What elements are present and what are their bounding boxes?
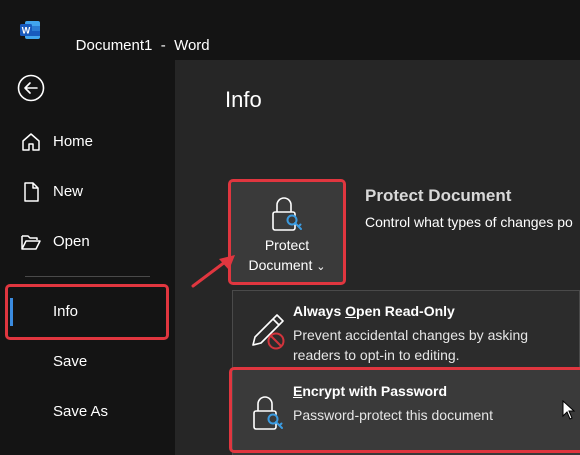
word-logo-icon: W bbox=[20, 21, 40, 39]
read-only-desc-line1: Prevent accidental changes by asking bbox=[293, 327, 529, 343]
nav-label-save: Save bbox=[53, 353, 88, 370]
highlight-box-info bbox=[5, 284, 169, 340]
backstage-sidebar: Home New Open Info Save Save As bbox=[0, 60, 175, 455]
nav-label-open: Open bbox=[53, 233, 90, 250]
nav-label-new: New bbox=[53, 183, 84, 200]
nav-item-save[interactable]: Save bbox=[0, 342, 175, 382]
protect-section-heading: Protect Document bbox=[365, 186, 512, 205]
nav-item-save-as[interactable]: Save As bbox=[0, 392, 175, 432]
read-only-title: Always Open Read-Only bbox=[293, 303, 455, 319]
nav-item-open[interactable]: Open bbox=[0, 222, 175, 262]
read-only-title-accel: O bbox=[345, 303, 357, 319]
svg-text:W: W bbox=[22, 26, 31, 36]
pencil-no-edit-icon bbox=[252, 314, 285, 350]
mouse-cursor-icon bbox=[562, 400, 576, 420]
back-arrow-icon[interactable] bbox=[17, 74, 45, 102]
read-only-title-pre: Always bbox=[293, 303, 346, 319]
protect-section-description: Control what types of changes po bbox=[365, 214, 573, 230]
document-name: Document1 bbox=[75, 37, 153, 54]
nav-item-home[interactable]: Home bbox=[0, 122, 175, 162]
read-only-desc-line2: readers to opt-in to editing. bbox=[293, 347, 460, 363]
nav-label-save-as: Save As bbox=[53, 403, 109, 420]
nav-divider bbox=[25, 276, 150, 277]
home-icon bbox=[22, 133, 40, 151]
read-only-title-post: pen Read-Only bbox=[356, 303, 455, 319]
title-bar: W Document1 - Word bbox=[0, 0, 580, 60]
folder-open-icon bbox=[21, 235, 41, 250]
nav-label-home: Home bbox=[53, 133, 94, 150]
page-title: Info bbox=[225, 87, 262, 112]
annotation-arrow-icon bbox=[191, 255, 235, 288]
new-document-icon bbox=[24, 182, 39, 202]
info-pane: Info Protect Document ⌄ Protect Document… bbox=[175, 60, 580, 455]
highlight-box-protect bbox=[228, 179, 346, 285]
app-name: Word bbox=[174, 37, 210, 54]
highlight-box-encrypt bbox=[229, 367, 580, 453]
menu-item-always-open-read-only[interactable]: Always Open Read-Only Prevent accidental… bbox=[233, 291, 580, 369]
title-separator: - bbox=[160, 37, 166, 54]
nav-item-new[interactable]: New bbox=[0, 172, 175, 212]
